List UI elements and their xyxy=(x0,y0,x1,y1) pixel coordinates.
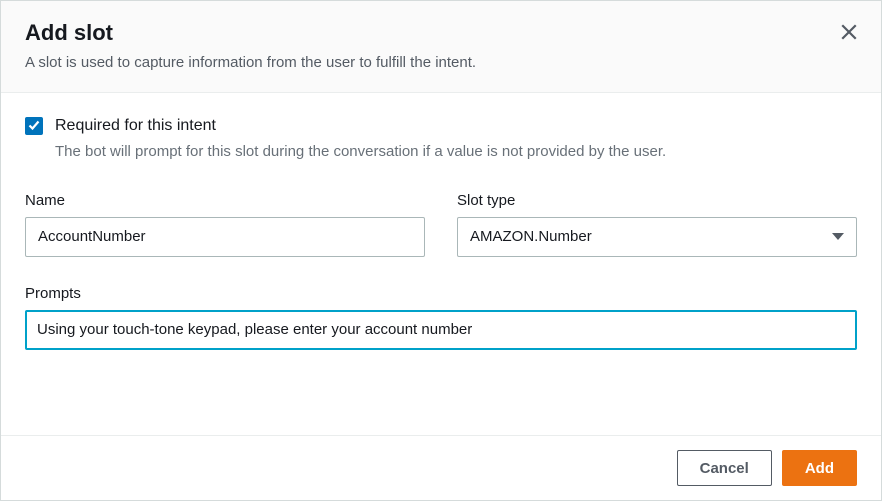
dialog-header: Add slot A slot is used to capture infor… xyxy=(1,1,881,93)
required-checkbox[interactable] xyxy=(25,117,43,135)
dialog-body: Required for this intent The bot will pr… xyxy=(1,93,881,368)
name-input[interactable] xyxy=(25,217,425,257)
slot-type-field: Slot type AMAZON.Number xyxy=(457,192,857,257)
check-icon xyxy=(27,118,41,135)
prompts-label: Prompts xyxy=(25,285,857,302)
dialog-title: Add slot xyxy=(25,19,857,48)
caret-down-icon xyxy=(832,233,844,240)
cancel-button[interactable]: Cancel xyxy=(677,450,772,486)
form-row: Name Slot type AMAZON.Number xyxy=(25,192,857,257)
required-checkbox-label: Required for this intent xyxy=(55,115,857,137)
name-label: Name xyxy=(25,192,425,209)
slot-type-select[interactable]: AMAZON.Number xyxy=(457,217,857,257)
add-slot-dialog: Add slot A slot is used to capture infor… xyxy=(0,0,882,501)
close-icon xyxy=(840,23,858,44)
dialog-subtitle: A slot is used to capture information fr… xyxy=(25,52,857,75)
dialog-footer: Cancel Add xyxy=(1,435,881,500)
slot-type-label: Slot type xyxy=(457,192,857,209)
slot-type-value: AMAZON.Number xyxy=(470,228,592,245)
required-text: Required for this intent The bot will pr… xyxy=(55,115,857,164)
required-checkbox-description: The bot will prompt for this slot during… xyxy=(55,141,857,164)
required-checkbox-row: Required for this intent The bot will pr… xyxy=(25,115,857,164)
prompts-field: Prompts xyxy=(25,285,857,350)
add-button[interactable]: Add xyxy=(782,450,857,486)
name-field: Name xyxy=(25,192,425,257)
close-button[interactable] xyxy=(835,19,863,47)
prompts-input[interactable] xyxy=(25,310,857,350)
